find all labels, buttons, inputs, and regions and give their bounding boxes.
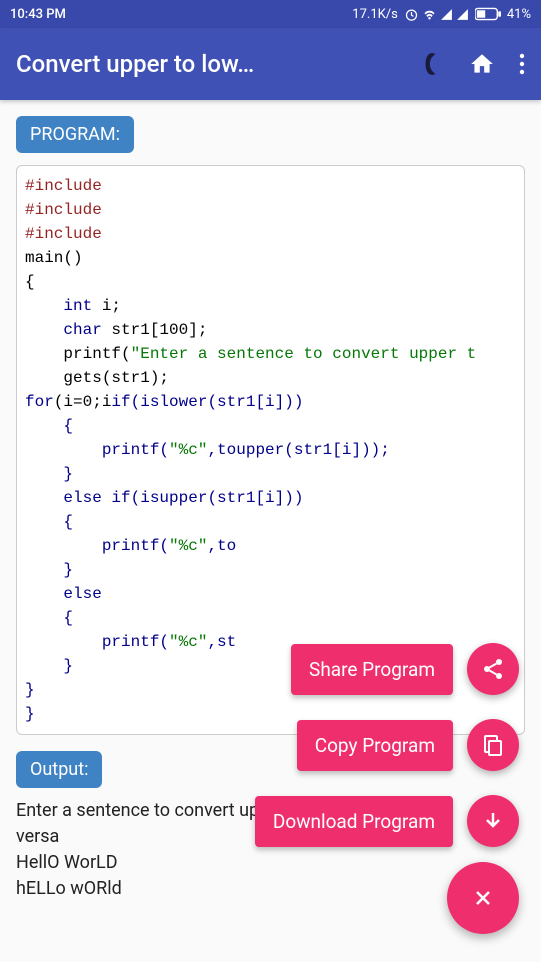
wifi-icon	[422, 7, 437, 22]
alarm-icon	[404, 7, 419, 22]
status-battery: 41%	[507, 7, 531, 22]
app-bar: Convert upper to low…	[0, 28, 541, 100]
close-icon	[471, 886, 495, 910]
home-button[interactable]	[469, 51, 495, 77]
share-label[interactable]: Share Program	[291, 644, 453, 695]
signal-icon-1	[440, 8, 453, 21]
fab-menu: Share Program Copy Program Download Prog…	[255, 643, 519, 847]
signal-icon-2	[456, 8, 469, 21]
status-speed: 17.1K/s	[352, 7, 398, 22]
output-line: HellO WorLD	[16, 850, 525, 876]
download-icon	[481, 809, 505, 833]
moon-icon	[419, 51, 445, 77]
program-badge: PROGRAM:	[16, 116, 134, 153]
status-bar: 10:43 PM 17.1K/s 41%	[0, 0, 541, 28]
more-vert-icon	[519, 53, 525, 75]
share-fab[interactable]	[467, 643, 519, 695]
copy-label[interactable]: Copy Program	[297, 720, 453, 771]
share-icon	[481, 657, 505, 681]
battery-icon	[475, 7, 501, 21]
status-time: 10:43 PM	[10, 7, 66, 22]
download-label[interactable]: Download Program	[255, 796, 453, 847]
status-icons	[404, 7, 469, 22]
close-fab[interactable]	[447, 862, 519, 934]
copy-fab[interactable]	[467, 719, 519, 771]
copy-icon	[481, 733, 505, 757]
dark-mode-button[interactable]	[419, 51, 445, 77]
home-icon	[469, 51, 495, 77]
download-fab[interactable]	[467, 795, 519, 847]
output-badge: Output:	[16, 751, 102, 788]
app-title: Convert upper to low…	[16, 50, 419, 78]
menu-button[interactable]	[519, 53, 525, 75]
